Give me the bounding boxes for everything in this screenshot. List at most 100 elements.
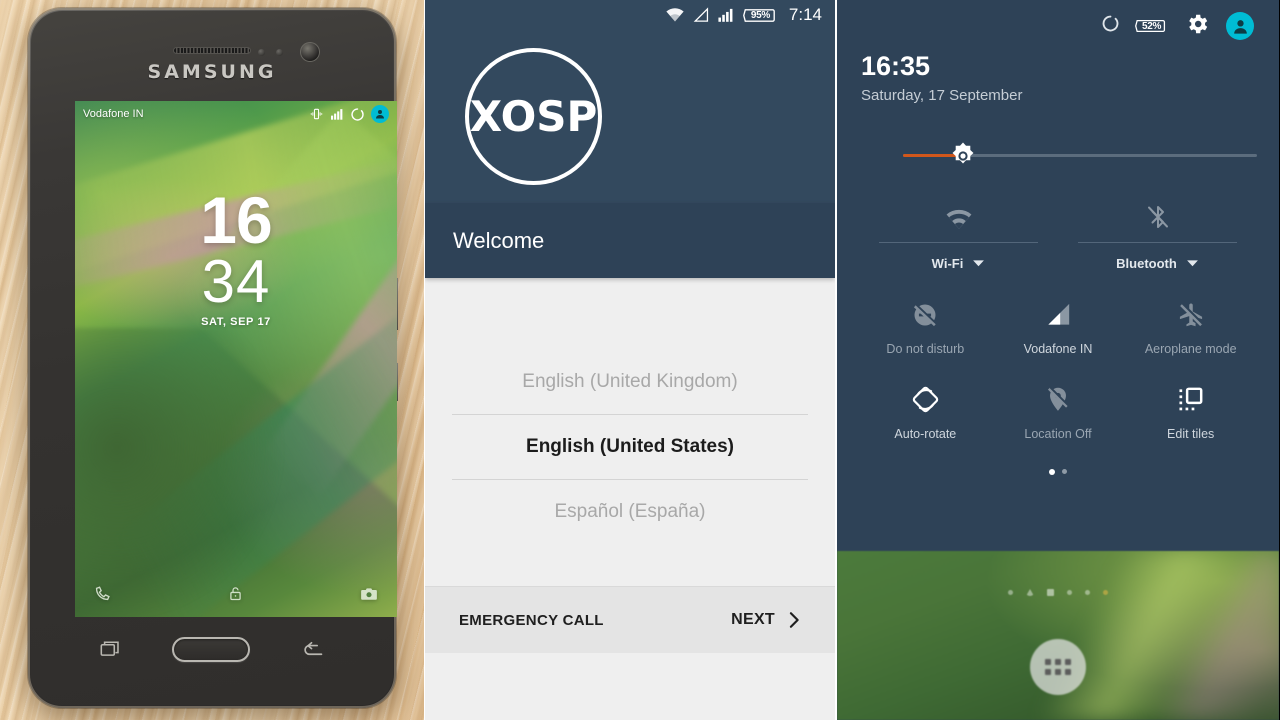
user-avatar-icon[interactable] xyxy=(371,105,389,123)
lockscreen-shortcuts xyxy=(75,584,397,603)
earpiece-grille xyxy=(173,47,251,54)
signal-bars-icon xyxy=(331,108,344,120)
tile-wifi-label-row[interactable]: Wi-Fi xyxy=(932,256,986,271)
dock-icon-4[interactable] xyxy=(1067,590,1072,595)
sync-circle-icon xyxy=(351,107,364,121)
clock-hour: 16 xyxy=(200,183,272,257)
tile-bluetooth-label: Bluetooth xyxy=(1116,255,1177,271)
tile-row-1: Do not disturb Vodafone IN Aeroplane mod… xyxy=(859,299,1257,356)
emergency-call-button[interactable]: EMERGENCY CALL xyxy=(459,612,604,629)
shade-clock[interactable]: 16:35 xyxy=(859,51,1257,82)
cell-signal-icon xyxy=(1045,299,1072,331)
tile-auto-rotate-label: Auto-rotate xyxy=(894,426,957,441)
setup-wizard-panel: 95% 7:14 XOSP Welcome English (United Ki… xyxy=(424,0,835,720)
location-off-icon xyxy=(1045,384,1071,416)
bluetooth-off-icon xyxy=(1145,197,1171,231)
front-camera-icon xyxy=(300,42,320,62)
language-picker: English (United Kingdom) English (United… xyxy=(425,278,835,653)
qs-page-indicator[interactable] xyxy=(859,468,1257,475)
clock-minute: 34 xyxy=(201,247,271,315)
tile-row-wide: Wi-Fi Bluetooth xyxy=(859,197,1257,271)
gear-icon[interactable] xyxy=(1184,11,1210,42)
tile-location[interactable]: Location Off xyxy=(992,384,1125,441)
tile-cellular[interactable]: Vodafone IN xyxy=(992,299,1125,356)
lockscreen-status-bar: Vodafone IN xyxy=(75,101,397,127)
notification-shade: 52% 16:35 Saturday, 17 September Wi-Fi B… xyxy=(837,0,1279,551)
signal-bars-icon xyxy=(718,7,735,23)
chevron-down-icon[interactable] xyxy=(1186,256,1199,271)
do-not-disturb-off-icon xyxy=(911,299,939,331)
app-drawer-grid xyxy=(1045,659,1071,675)
tile-auto-rotate[interactable]: Auto-rotate xyxy=(859,384,992,441)
tile-wifi-label: Wi-Fi xyxy=(931,255,964,271)
tile-divider xyxy=(879,241,1038,243)
status-time-label: 7:14 xyxy=(788,5,822,24)
brand-logo: SAMSUNG xyxy=(147,61,277,83)
homescreen-dock-row xyxy=(837,589,1279,596)
edit-tiles-icon xyxy=(1177,384,1204,416)
tile-location-label: Location Off xyxy=(1024,426,1092,441)
tile-edit-tiles-label: Edit tiles xyxy=(1167,426,1215,441)
dock-icon-5[interactable] xyxy=(1085,590,1090,595)
user-avatar-icon[interactable] xyxy=(1226,12,1254,40)
xosp-logo-text: XOSP xyxy=(469,92,598,141)
setup-title-bar: Welcome xyxy=(425,203,835,278)
page-title: Welcome xyxy=(453,227,545,253)
airplane-off-icon xyxy=(1177,299,1205,331)
tile-bluetooth-label-row[interactable]: Bluetooth xyxy=(1116,256,1199,271)
brightness-slider[interactable] xyxy=(859,141,1257,171)
lockscreen-clock: 16 34 SAT, SEP 17 xyxy=(75,183,397,328)
phone-screen[interactable]: Vodafone IN 16 34 SAT, SEP 17 xyxy=(75,101,397,617)
wifi-icon xyxy=(665,7,685,23)
next-button[interactable]: NEXT xyxy=(731,611,801,629)
tile-divider xyxy=(1078,241,1237,243)
page-dot-inactive[interactable] xyxy=(1062,469,1067,475)
carrier-label: Vodafone IN xyxy=(83,108,144,120)
light-sensor-icon xyxy=(276,49,283,56)
screenshot-root: SAMSUNG Vodafone IN 16 34 SAT, SEP 17 95… xyxy=(0,0,1280,720)
language-list: English (United Kingdom) English (United… xyxy=(425,350,835,544)
vibrate-icon xyxy=(309,107,324,121)
language-option-es[interactable]: Español (España) xyxy=(425,480,835,544)
physical-phone-panel: SAMSUNG Vodafone IN 16 34 SAT, SEP 17 xyxy=(0,0,424,720)
lockscreen-date: SAT, SEP 17 xyxy=(201,315,271,328)
tile-row-2: Auto-rotate Location Off Edit tiles xyxy=(859,384,1257,441)
tile-bluetooth[interactable]: Bluetooth xyxy=(1058,197,1257,271)
home-button[interactable] xyxy=(172,636,251,662)
dock-icon-3[interactable] xyxy=(1047,589,1054,596)
tile-do-not-disturb[interactable]: Do not disturb xyxy=(859,299,992,356)
brightness-sun-icon[interactable] xyxy=(948,141,978,171)
dock-icon-6[interactable] xyxy=(1103,590,1108,595)
language-option-uk[interactable]: English (United Kingdom) xyxy=(425,350,835,414)
lock-icon[interactable] xyxy=(227,584,244,603)
camera-icon[interactable] xyxy=(359,585,379,603)
shade-status-bar: 52% xyxy=(859,0,1257,52)
quick-settings-tiles: Wi-Fi Bluetooth Do not disturb Vodafone … xyxy=(859,197,1257,475)
chevron-down-icon[interactable] xyxy=(972,256,985,271)
quick-settings-panel: 52% 16:35 Saturday, 17 September Wi-Fi B… xyxy=(835,0,1279,720)
hardware-navigation-bar xyxy=(75,620,349,678)
dock-icon-1[interactable] xyxy=(1008,590,1013,595)
setup-footer: EMERGENCY CALL NEXT xyxy=(425,586,835,653)
app-drawer-icon[interactable] xyxy=(1030,639,1086,695)
next-button-label: NEXT xyxy=(731,611,775,628)
back-icon[interactable] xyxy=(300,640,324,659)
tile-edit-tiles[interactable]: Edit tiles xyxy=(1124,384,1257,441)
battery-status-icon: 95% xyxy=(742,7,778,24)
chevron-right-icon xyxy=(788,611,801,629)
dock-icon-2[interactable] xyxy=(1026,589,1034,596)
lockscreen-wallpaper xyxy=(75,101,397,617)
phone-device: SAMSUNG Vodafone IN 16 34 SAT, SEP 17 xyxy=(28,8,398,708)
tile-aeroplane-mode[interactable]: Aeroplane mode xyxy=(1124,299,1257,356)
sync-circle-icon xyxy=(1102,15,1119,37)
shade-date[interactable]: Saturday, 17 September xyxy=(859,87,1257,104)
setup-status-bar: 95% 7:14 xyxy=(425,0,835,30)
recents-icon[interactable] xyxy=(100,640,123,659)
language-option-us[interactable]: English (United States) xyxy=(452,414,808,480)
setup-hero: 95% 7:14 XOSP xyxy=(425,0,835,203)
tile-wifi[interactable]: Wi-Fi xyxy=(859,197,1058,271)
wifi-icon xyxy=(944,197,974,231)
page-dot-active[interactable] xyxy=(1049,468,1055,475)
phone-icon[interactable] xyxy=(93,584,112,603)
proximity-sensor-icon xyxy=(258,49,265,56)
